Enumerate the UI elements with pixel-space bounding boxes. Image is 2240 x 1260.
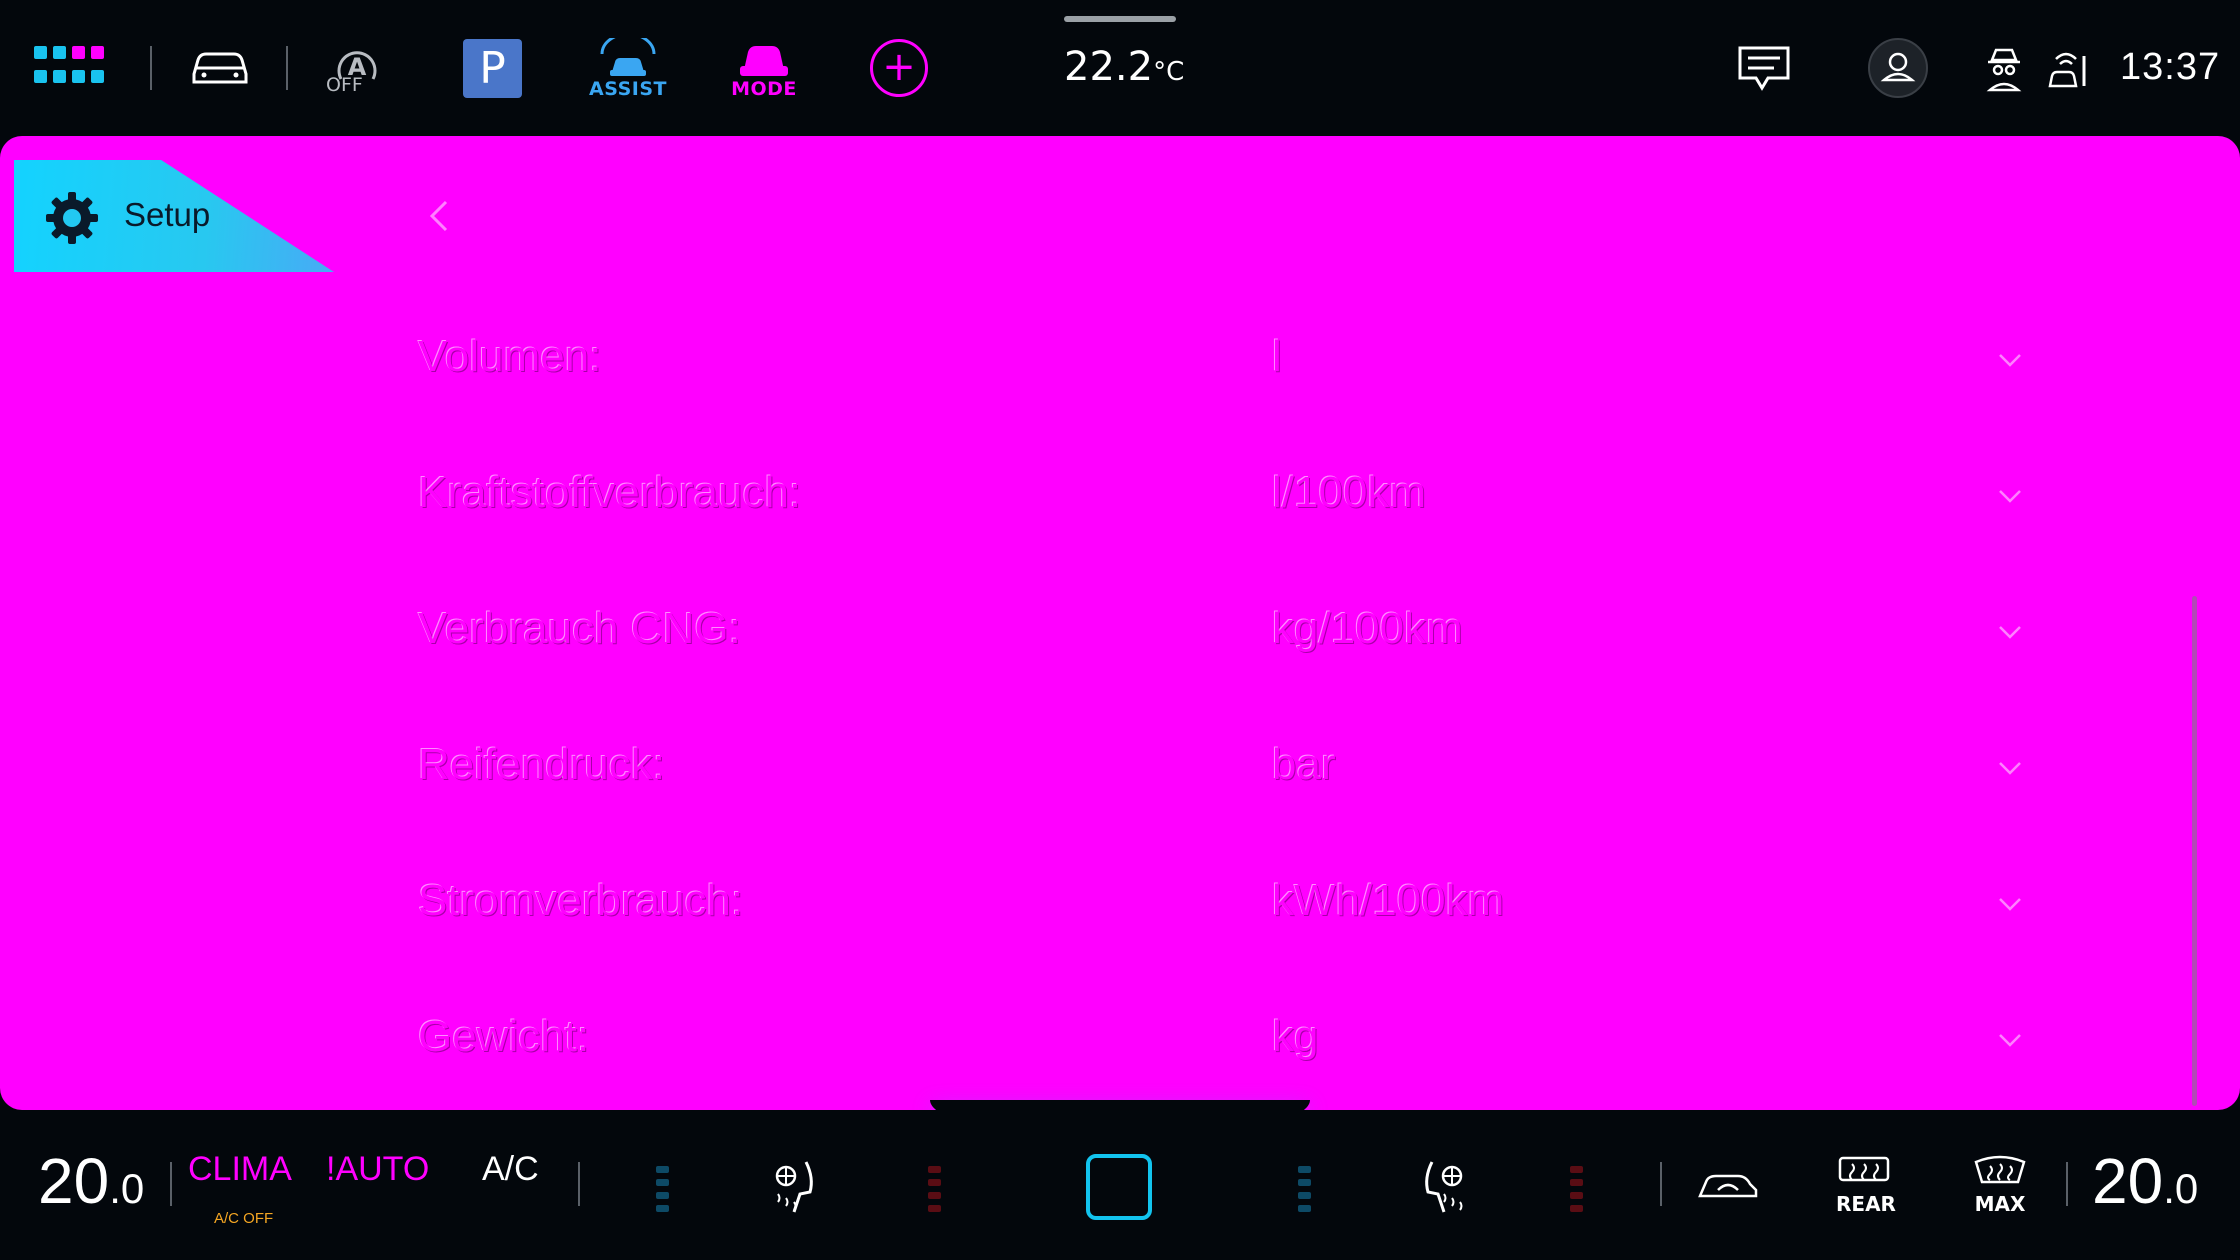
right-seat-heat-level[interactable]: [1570, 1166, 1584, 1212]
climate-bar: 20.0 CLIMA A/C OFF !AUTO A/C REAR MAX 20…: [0, 1110, 2240, 1260]
max-label: MAX: [1974, 1192, 2026, 1216]
ac-button[interactable]: A/C: [482, 1150, 539, 1189]
chevron-down-icon[interactable]: [1996, 890, 2024, 918]
sidebar-item[interactable]: [40, 456, 240, 496]
message-icon[interactable]: [1736, 44, 1792, 94]
divider: [1660, 1162, 1662, 1206]
chevron-down-icon[interactable]: [1996, 482, 2024, 510]
ac-off-label: A/C OFF: [214, 1210, 274, 1227]
outside-temp-unit: °C: [1153, 57, 1185, 87]
setup-tab-label: Setup: [124, 196, 211, 233]
rear-label: REAR: [1836, 1192, 1896, 1216]
left-seat-vent-level[interactable]: [656, 1166, 670, 1212]
right-temp-dec: .0: [2163, 1165, 2199, 1212]
drive-mode-car-icon: [740, 46, 788, 76]
chevron-down-icon[interactable]: [1996, 618, 2024, 646]
right-seat-vent-level[interactable]: [1298, 1166, 1312, 1212]
assist-car-icon: [600, 38, 656, 76]
unit-row-weight[interactable]: Gewicht: kg: [410, 1012, 2050, 1102]
divider: [170, 1162, 172, 1206]
row-value: bar: [1272, 740, 1336, 789]
row-label: Stromverbrauch:: [418, 876, 744, 925]
assist-button[interactable]: ASSIST: [589, 36, 667, 102]
clima-button[interactable]: CLIMA: [188, 1150, 292, 1189]
right-temp-int: 20: [2092, 1145, 2164, 1217]
left-temperature[interactable]: 20.0: [38, 1144, 144, 1218]
gear-icon: [42, 188, 102, 248]
rear-defrost-icon: [1838, 1156, 1890, 1182]
chevron-down-icon[interactable]: [1996, 754, 2024, 782]
left-temp-int: 20: [38, 1145, 110, 1217]
scrollbar[interactable]: [2192, 596, 2197, 1106]
left-temp-dec: .0: [109, 1165, 145, 1212]
row-value: kg/100km: [1272, 604, 1463, 653]
row-value: l: [1272, 332, 1282, 381]
unit-row-power-consumption[interactable]: Stromverbrauch: kWh/100km: [410, 876, 2050, 966]
windshield-defrost-icon: [1974, 1155, 2026, 1184]
top-status-bar: A OFF P ASSIST MODE + 22.2°C 13:37: [0, 0, 2240, 136]
clock: 13:37: [2120, 46, 2221, 88]
unit-row-volume[interactable]: Volumen: l: [410, 332, 2050, 422]
row-label: Volumen:: [418, 332, 602, 381]
left-seat-heat-level[interactable]: [928, 1166, 942, 1212]
chevron-down-icon[interactable]: [1996, 346, 2024, 374]
divider: [578, 1162, 580, 1206]
rear-defrost-button[interactable]: REAR: [1836, 1154, 1896, 1218]
row-value: l/100km: [1272, 468, 1427, 517]
unit-row-cng-consumption[interactable]: Verbrauch CNG: kg/100km: [410, 604, 2050, 694]
apps-grid-icon[interactable]: [34, 46, 122, 88]
parking-button[interactable]: P: [463, 39, 522, 98]
drive-mode-button[interactable]: MODE: [726, 36, 802, 102]
car-connect-icon[interactable]: [2046, 46, 2090, 90]
unit-row-fuel-consumption[interactable]: Kraftstoffverbrauch: l/100km: [410, 468, 2050, 558]
add-shortcut-button[interactable]: +: [870, 39, 928, 97]
right-seat-vent-icon[interactable]: [1412, 1158, 1468, 1220]
sidebar-item[interactable]: [40, 576, 320, 616]
row-value: kg: [1272, 1012, 1319, 1061]
mode-label: MODE: [731, 78, 797, 100]
auto-hold-label: OFF: [326, 74, 363, 96]
pull-handle[interactable]: [1064, 16, 1176, 22]
incognito-icon[interactable]: [1984, 46, 2024, 92]
row-label: Gewicht:: [418, 1012, 590, 1061]
divider: [2066, 1162, 2068, 1206]
recirculation-icon[interactable]: [1696, 1168, 1760, 1204]
car-icon[interactable]: [188, 44, 252, 88]
right-temperature[interactable]: 20.0: [2092, 1144, 2198, 1218]
row-label: Kraftstoffverbrauch:: [418, 468, 802, 517]
max-defrost-button[interactable]: MAX: [1972, 1154, 2028, 1218]
row-label: Verbrauch CNG:: [418, 604, 741, 653]
unit-row-tyre-pressure[interactable]: Reifendruck: bar: [410, 740, 2050, 830]
profile-icon[interactable]: [1868, 38, 1928, 98]
divider: [286, 46, 288, 90]
auto-hold-button[interactable]: A OFF: [322, 36, 392, 98]
sidebar-item[interactable]: [40, 336, 240, 376]
setup-panel: Setup Volumen: l Kraftstoffverbrauch: l/…: [0, 136, 2240, 1110]
back-arrow-icon[interactable]: [424, 196, 454, 236]
auto-button[interactable]: !AUTO: [326, 1150, 429, 1189]
divider: [150, 46, 152, 90]
climate-home-button[interactable]: [1086, 1154, 1152, 1220]
outside-temperature: 22.2°C: [1064, 44, 1184, 90]
row-value: kWh/100km: [1272, 876, 1505, 925]
left-seat-vent-icon[interactable]: [770, 1158, 826, 1220]
chevron-down-icon[interactable]: [1996, 1026, 2024, 1054]
assist-label: ASSIST: [589, 78, 667, 100]
outside-temp-value: 22.2: [1064, 44, 1154, 90]
row-label: Reifendruck:: [418, 740, 666, 789]
